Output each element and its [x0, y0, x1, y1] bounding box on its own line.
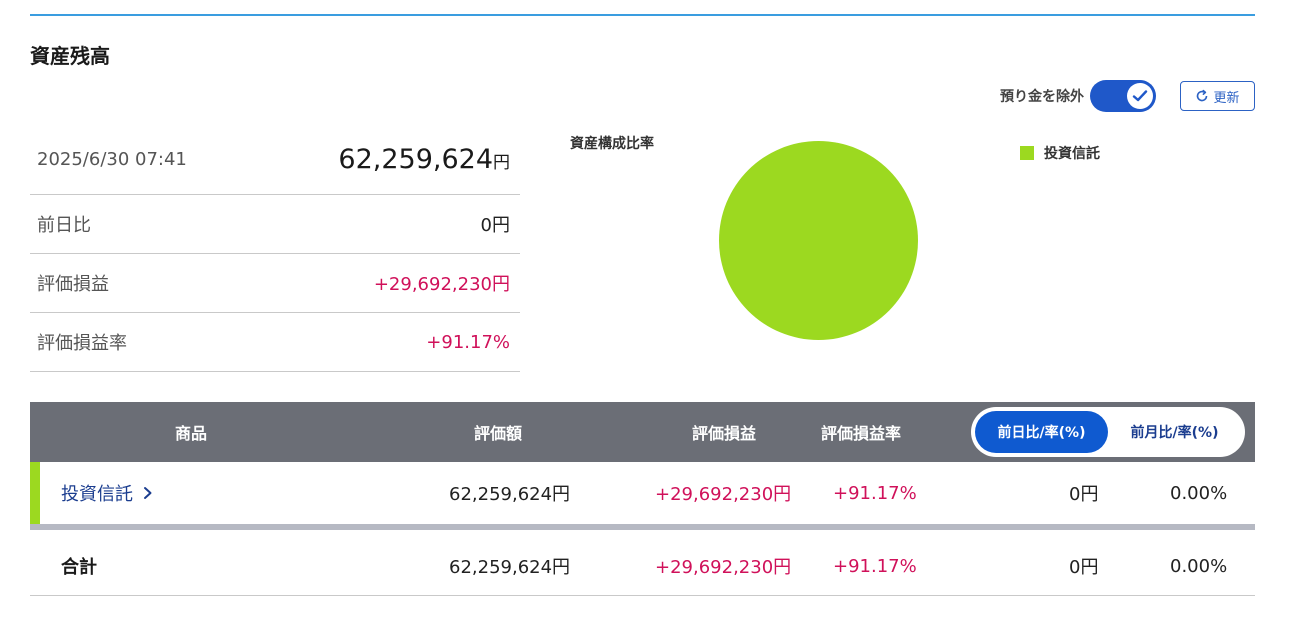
- profit-loss-value: +29,692,230円: [373, 274, 510, 295]
- pie-slice-0: [719, 141, 918, 340]
- profit-loss-label: 評価損益: [37, 274, 109, 295]
- total-profit-loss: +29,692,230円: [655, 557, 792, 578]
- col-header-value: 評価額: [474, 424, 523, 443]
- comparison-period-toggle: 前日比/率(%) 前月比/率(%): [971, 407, 1245, 457]
- fund-profit-loss: +29,692,230円: [655, 484, 792, 505]
- day-change-value: 0円: [480, 215, 510, 236]
- fund-name: 投資信託: [61, 484, 133, 505]
- summary-row-profit-loss: 評価損益 +29,692,230円: [30, 254, 520, 313]
- legend-label-fund: 投資信託: [1044, 146, 1100, 162]
- total-day-change: 0円: [1069, 557, 1099, 578]
- refresh-button[interactable]: 更新: [1180, 81, 1255, 111]
- col-header-profit-loss-rate: 評価損益率: [821, 424, 902, 443]
- check-icon: [1132, 90, 1148, 102]
- summary-row-day-change: 前日比 0円: [30, 195, 520, 254]
- chart-legend: 投資信託: [1020, 143, 1100, 163]
- legend-swatch-fund: [1020, 146, 1034, 160]
- fund-day-change: 0円: [1069, 484, 1099, 505]
- table-total-row: 合計 62,259,624円 +29,692,230円 +91.17% 0円 0…: [30, 536, 1255, 596]
- exclude-deposit-toggle-group: 預り金を除外: [1000, 80, 1156, 112]
- top-divider: [30, 14, 1255, 16]
- total-profit-loss-rate: +91.17%: [833, 555, 917, 577]
- chart-title: 資産構成比率: [570, 136, 654, 152]
- profit-loss-rate-value: +91.17%: [426, 331, 510, 353]
- toggle-month-comparison[interactable]: 前月比/率(%): [1108, 411, 1241, 453]
- toggle-day-comparison[interactable]: 前日比/率(%): [975, 411, 1108, 453]
- exclude-deposit-toggle[interactable]: [1090, 80, 1156, 112]
- day-change-label: 前日比: [37, 215, 91, 236]
- table-row: 投資信託 62,259,624円 +29,692,230円 +91.17% 0円…: [30, 462, 1255, 530]
- fund-profit-loss-rate: +91.17%: [833, 482, 917, 504]
- fund-color-indicator: [30, 462, 40, 524]
- profit-loss-rate-label: 評価損益率: [37, 333, 127, 354]
- col-header-product: 商品: [175, 424, 208, 443]
- col-header-profit-loss: 評価損益: [692, 424, 757, 443]
- fund-link[interactable]: 投資信託: [61, 462, 155, 524]
- asset-pie-chart: [719, 141, 918, 340]
- total-label: 合計: [61, 557, 97, 578]
- balance-summary: 2025/6/30 07:41 62,259,624円 前日比 0円 評価損益 …: [30, 125, 520, 372]
- exclude-deposit-label: 預り金を除外: [1000, 89, 1084, 105]
- table-header: 商品 評価額 評価損益 評価損益率 前日比/率(%) 前月比/率(%): [30, 402, 1255, 462]
- refresh-label: 更新: [1213, 90, 1240, 106]
- refresh-icon: [1197, 89, 1208, 102]
- total-day-change-rate: 0.00%: [1170, 555, 1228, 577]
- toggle-knob: [1127, 83, 1153, 109]
- total-value: 62,259,624円: [449, 557, 571, 578]
- fund-value: 62,259,624円: [449, 484, 571, 505]
- total-balance-unit: 円: [493, 153, 510, 173]
- chevron-right-icon: [144, 487, 152, 499]
- total-balance: 62,259,624円: [338, 144, 510, 175]
- total-balance-value: 62,259,624: [338, 144, 493, 175]
- fund-day-change-rate: 0.00%: [1170, 482, 1228, 504]
- page-title: 資産残高: [30, 44, 110, 68]
- summary-row-profit-loss-rate: 評価損益率 +91.17%: [30, 313, 520, 372]
- summary-row-total: 2025/6/30 07:41 62,259,624円: [30, 125, 520, 195]
- timestamp: 2025/6/30 07:41: [37, 149, 187, 170]
